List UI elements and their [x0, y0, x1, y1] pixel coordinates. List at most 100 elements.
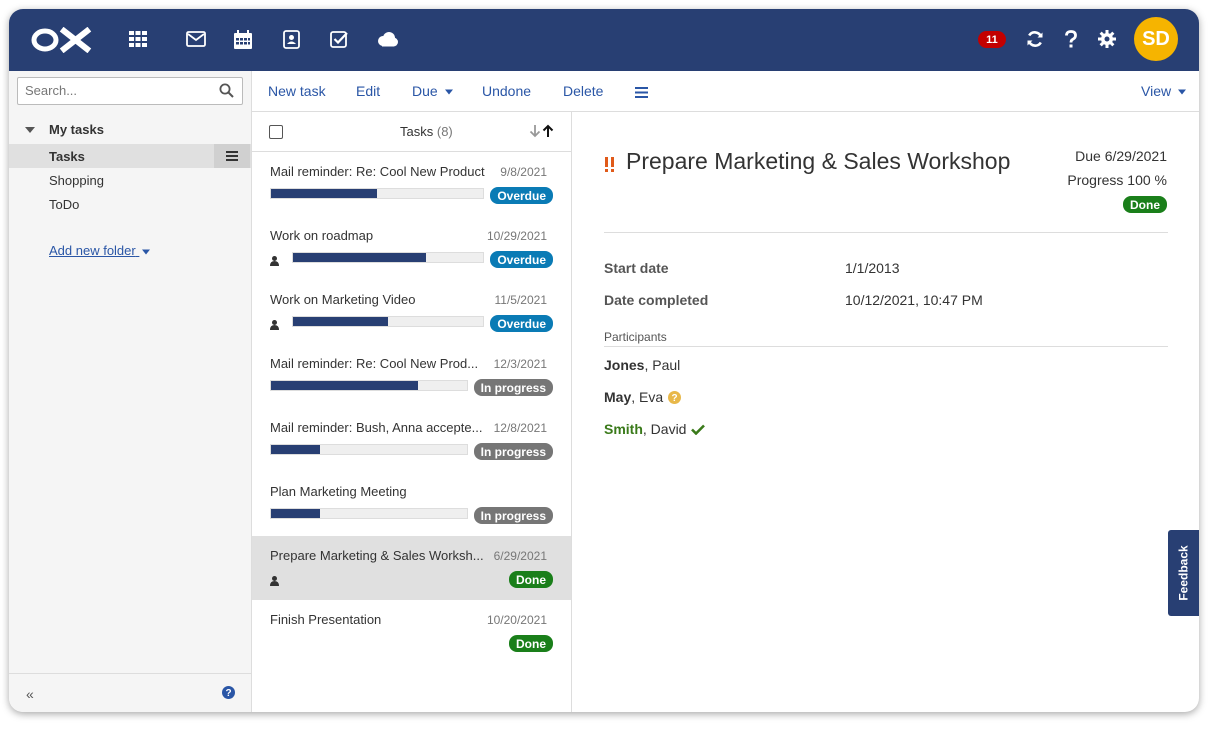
task-title: Mail reminder: Bush, Anna accepte... [270, 420, 483, 435]
task-row[interactable]: Mail reminder: Re: Cool New Prod... 12/3… [252, 344, 571, 408]
addressbook-icon[interactable] [279, 27, 303, 51]
participants-icon [270, 253, 279, 271]
participant-last-name: Smith [604, 421, 643, 437]
task-title: Prepare Marketing & Sales Worksh... [270, 548, 484, 563]
task-row[interactable]: Mail reminder: Re: Cool New Product 9/8/… [252, 152, 571, 216]
task-row[interactable]: Plan Marketing Meeting In progress [252, 472, 571, 536]
app-window: 11 SD My tasks Tasks S [9, 9, 1199, 712]
task-detail-progress: Progress 100 % [1067, 172, 1167, 188]
progress-fill [293, 317, 388, 326]
folder-menu-icon[interactable] [214, 144, 250, 168]
start-date-label: Start date [604, 260, 669, 276]
participant-first-name: , Paul [644, 357, 681, 373]
status-badge: Done [1123, 196, 1167, 213]
help-icon[interactable] [1059, 27, 1083, 51]
edit-button[interactable]: Edit [356, 83, 380, 99]
task-due-date: 12/3/2021 [493, 357, 547, 371]
tasks-icon[interactable] [327, 27, 351, 51]
task-detail-title: Prepare Marketing & Sales Workshop [626, 148, 1011, 174]
refresh-icon[interactable] [1023, 27, 1047, 51]
task-list: Tasks (8) Mail reminder: Re: Cool New Pr… [252, 112, 572, 712]
task-due-date: 10/29/2021 [486, 229, 547, 243]
task-toolbar: New task Edit Due Undone Delete View [252, 71, 1199, 112]
task-row[interactable]: Finish Presentation 10/20/2021 Done [252, 600, 571, 664]
status-badge: Done [509, 635, 553, 652]
user-avatar[interactable]: SD [1134, 17, 1178, 61]
participants-heading: Participants [604, 330, 667, 344]
add-folder-label: Add new folder [49, 243, 136, 258]
progress-fill [271, 445, 320, 454]
view-label: View [1141, 83, 1172, 99]
svg-text:?: ? [672, 393, 678, 404]
task-due-date: 11/5/2021 [494, 293, 548, 307]
accepted-check-icon [691, 424, 706, 435]
task-title: Finish Presentation [270, 612, 382, 627]
sort-direction-icon[interactable] [529, 124, 555, 143]
collapse-sidebar-icon[interactable]: « [26, 686, 34, 702]
task-row-selected[interactable]: Prepare Marketing & Sales Worksh... 6/29… [252, 536, 571, 600]
caret-down-icon [1177, 89, 1186, 95]
top-bar: 11 SD [9, 9, 1199, 71]
notification-badge[interactable]: 11 [978, 31, 1006, 48]
progress-bar [270, 508, 468, 519]
apps-grid-icon[interactable] [126, 27, 150, 51]
status-badge: Overdue [490, 187, 553, 204]
progress-bar [292, 252, 484, 263]
task-title: Work on roadmap [270, 228, 374, 243]
ox-logo[interactable] [31, 26, 93, 58]
status-badge: In progress [473, 443, 553, 460]
participant-first-name: , Eva [631, 389, 664, 405]
folder-item-shopping[interactable]: Shopping [9, 168, 251, 192]
help-circle-icon[interactable]: ? [222, 686, 235, 704]
task-title: Mail reminder: Re: Cool New Prod... [270, 356, 479, 371]
folder-label: Shopping [49, 172, 104, 188]
status-badge: Overdue [490, 315, 553, 332]
view-dropdown[interactable]: View [1141, 83, 1186, 99]
task-detail: Prepare Marketing & Sales Workshop Due 6… [572, 112, 1199, 712]
task-row[interactable]: Work on Marketing Video 11/5/2021 Overdu… [252, 280, 571, 344]
participant-item[interactable]: Smith , David [604, 421, 706, 437]
my-tasks-root[interactable]: My tasks [25, 122, 104, 137]
search-icon[interactable] [219, 83, 234, 103]
task-due-date: 12/8/2021 [493, 421, 547, 435]
tentative-question-icon: ? [668, 390, 682, 404]
task-list-header: Tasks (8) [252, 112, 571, 152]
participant-item[interactable]: May , Eva ? [604, 389, 682, 405]
calendar-icon[interactable] [231, 27, 255, 51]
undone-button[interactable]: Undone [482, 83, 531, 99]
participant-first-name: , David [642, 421, 687, 437]
start-date-value: 1/1/2013 [845, 260, 900, 276]
status-badge: Overdue [490, 251, 553, 268]
list-title-label: Tasks [400, 124, 434, 139]
more-actions-menu-icon[interactable] [635, 85, 648, 101]
search-input[interactable] [18, 78, 215, 102]
task-due-date: 6/29/2021 [493, 549, 547, 563]
task-due-date: 9/8/2021 [500, 165, 547, 179]
participants-icon [270, 573, 279, 591]
task-detail-due: Due 6/29/2021 [1075, 148, 1167, 164]
folder-sidebar: My tasks Tasks Shopping ToDo Add new fol… [9, 71, 252, 712]
participant-last-name: May [604, 389, 632, 405]
status-badge: Done [509, 571, 553, 588]
drive-cloud-icon[interactable] [375, 27, 399, 51]
folder-item-todo[interactable]: ToDo [9, 192, 251, 216]
task-row[interactable]: Work on roadmap 10/29/2021 Overdue [252, 216, 571, 280]
feedback-tab[interactable]: Feedback [1168, 530, 1199, 616]
progress-fill [271, 189, 377, 198]
delete-button[interactable]: Delete [563, 83, 603, 99]
participant-item[interactable]: Jones , Paul [604, 357, 680, 373]
select-all-checkbox[interactable] [269, 125, 283, 139]
folder-item-tasks[interactable]: Tasks [9, 144, 251, 168]
high-priority-icon [604, 157, 616, 177]
caret-down-icon[interactable] [25, 126, 35, 134]
task-row[interactable]: Mail reminder: Bush, Anna accepte... 12/… [252, 408, 571, 472]
due-label: Due [412, 83, 438, 99]
date-completed-label: Date completed [604, 292, 709, 308]
feedback-label: Feedback [1176, 545, 1191, 601]
add-new-folder-link[interactable]: Add new folder [49, 243, 151, 258]
due-dropdown[interactable]: Due [412, 83, 453, 99]
new-task-button[interactable]: New task [268, 83, 326, 99]
settings-gear-icon[interactable] [1095, 27, 1119, 51]
mail-icon[interactable] [184, 27, 208, 51]
progress-bar [270, 380, 468, 391]
